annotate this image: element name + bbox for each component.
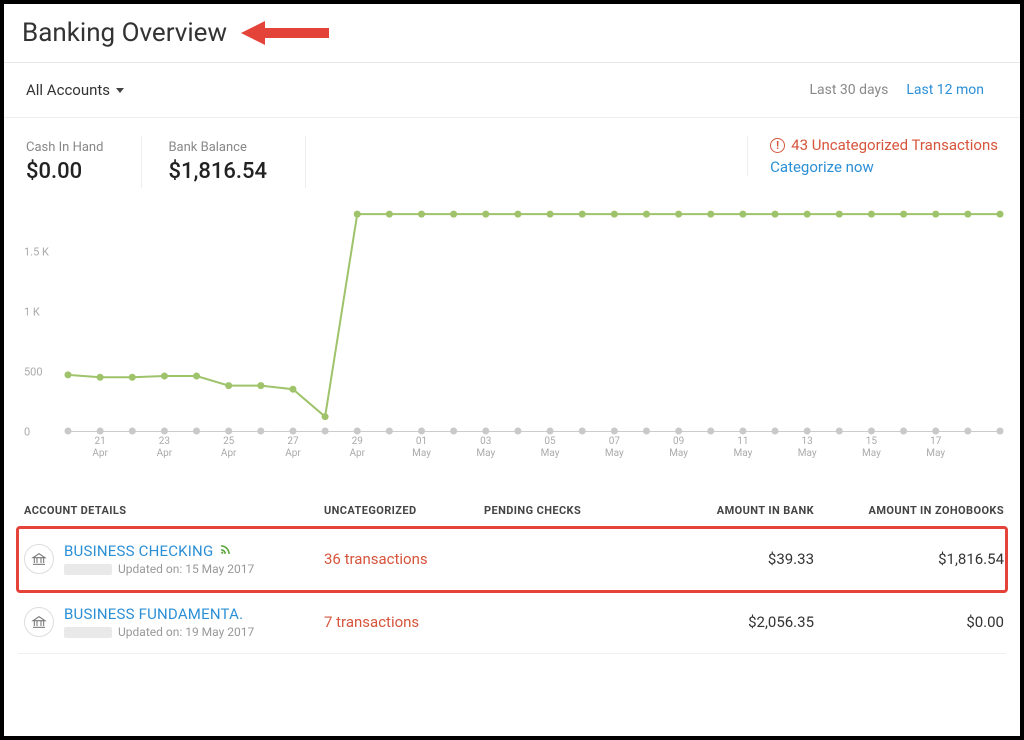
cash-label: Cash In Hand — [26, 140, 103, 155]
x-tick: 09May — [669, 436, 688, 460]
accounts-table: ACCOUNT DETAILS UNCATEGORIZED PENDING CH… — [4, 476, 1020, 654]
account-selector-dropdown[interactable]: All Accounts — [26, 81, 124, 99]
bank-icon — [24, 544, 54, 574]
bank-balance-label: Bank Balance — [168, 140, 267, 155]
account-updated: Updated on: 19 May 2017 — [64, 625, 254, 639]
cash-in-hand-card: Cash In Hand $0.00 — [26, 136, 142, 188]
x-tick: 07May — [605, 436, 624, 460]
x-tick: 21Apr — [92, 436, 108, 460]
amount-in-bank: $2,056.35 — [634, 613, 814, 631]
x-tick: 25Apr — [221, 436, 237, 460]
amount-in-books: $0.00 — [814, 613, 1004, 631]
time-range-30-days[interactable]: Last 30 days — [809, 82, 888, 98]
x-tick: 13May — [798, 436, 817, 460]
uncategorized-link[interactable]: 36 transactions — [324, 550, 484, 568]
categorize-now-link[interactable]: Categorize now — [770, 158, 998, 176]
bank-balance-card: Bank Balance $1,816.54 — [168, 136, 306, 188]
th-uncategorized: UNCATEGORIZED — [324, 504, 484, 517]
x-tick: 03May — [476, 436, 495, 460]
th-amount-books: AMOUNT IN ZOHOBOOKS — [814, 504, 1004, 517]
cash-value: $0.00 — [26, 159, 103, 184]
x-tick: 15May — [862, 436, 881, 460]
uncategorized-text: 43 Uncategorized Transactions — [791, 136, 998, 154]
balance-chart: 0 500 1 K 1.5 K 21Apr 23Apr 25Apr 27Apr 29Apr 01… — [4, 198, 1020, 476]
page-header: Banking Overview — [4, 4, 1020, 63]
chart-y-axis: 0 500 1 K 1.5 K — [24, 208, 64, 438]
x-tick: 27Apr — [285, 436, 301, 460]
th-amount-bank: AMOUNT IN BANK — [634, 504, 814, 517]
account-name-link[interactable]: BUSINESS CHECKING — [64, 542, 232, 560]
redacted-box — [64, 627, 112, 638]
x-tick: 11May — [733, 436, 752, 460]
amount-in-books: $1,816.54 — [814, 550, 1004, 568]
toolbar: All Accounts Last 30 days Last 12 mon — [4, 63, 1020, 118]
x-tick: 23Apr — [157, 436, 173, 460]
page-title: Banking Overview — [22, 18, 227, 48]
alert-icon: ! — [770, 138, 785, 153]
account-updated: Updated on: 15 May 2017 — [64, 562, 254, 576]
y-tick: 0 — [24, 426, 30, 439]
th-account: ACCOUNT DETAILS — [24, 504, 324, 517]
x-tick: 29Apr — [349, 436, 365, 460]
y-tick: 500 — [24, 366, 43, 379]
summary-row: Cash In Hand $0.00 Bank Balance $1,816.5… — [4, 118, 1020, 198]
table-header: ACCOUNT DETAILS UNCATEGORIZED PENDING CH… — [18, 504, 1006, 528]
y-tick: 1.5 K — [24, 246, 49, 259]
amount-in-bank: $39.33 — [634, 550, 814, 568]
y-tick: 1 K — [24, 306, 40, 319]
feed-icon — [219, 542, 232, 560]
table-row[interactable]: BUSINESS FUNDAMENTA. Updated on: 19 May … — [18, 591, 1006, 654]
time-range-12-months[interactable]: Last 12 mon — [906, 82, 984, 98]
table-row[interactable]: BUSINESS CHECKING Updated on: 15 May 201… — [18, 528, 1006, 591]
th-pending: PENDING CHECKS — [484, 504, 634, 517]
chart-x-axis: 21Apr 23Apr 25Apr 27Apr 29Apr 01May 03May 05May… — [68, 434, 1000, 468]
uncategorized-count: ! 43 Uncategorized Transactions — [770, 136, 998, 154]
x-tick: 05May — [541, 436, 560, 460]
uncategorized-link[interactable]: 7 transactions — [324, 613, 484, 631]
bank-icon — [24, 607, 54, 637]
bank-balance-value: $1,816.54 — [168, 159, 267, 184]
x-tick: 17May — [926, 436, 945, 460]
redacted-box — [64, 564, 112, 575]
uncategorized-alert: ! 43 Uncategorized Transactions Categori… — [747, 136, 998, 176]
account-selector-label: All Accounts — [26, 81, 110, 99]
arrow-annotation-icon — [241, 19, 331, 47]
chevron-down-icon — [116, 88, 124, 93]
account-name-link[interactable]: BUSINESS FUNDAMENTA. — [64, 605, 243, 623]
chart-plot — [68, 216, 1000, 432]
x-tick: 01May — [412, 436, 431, 460]
